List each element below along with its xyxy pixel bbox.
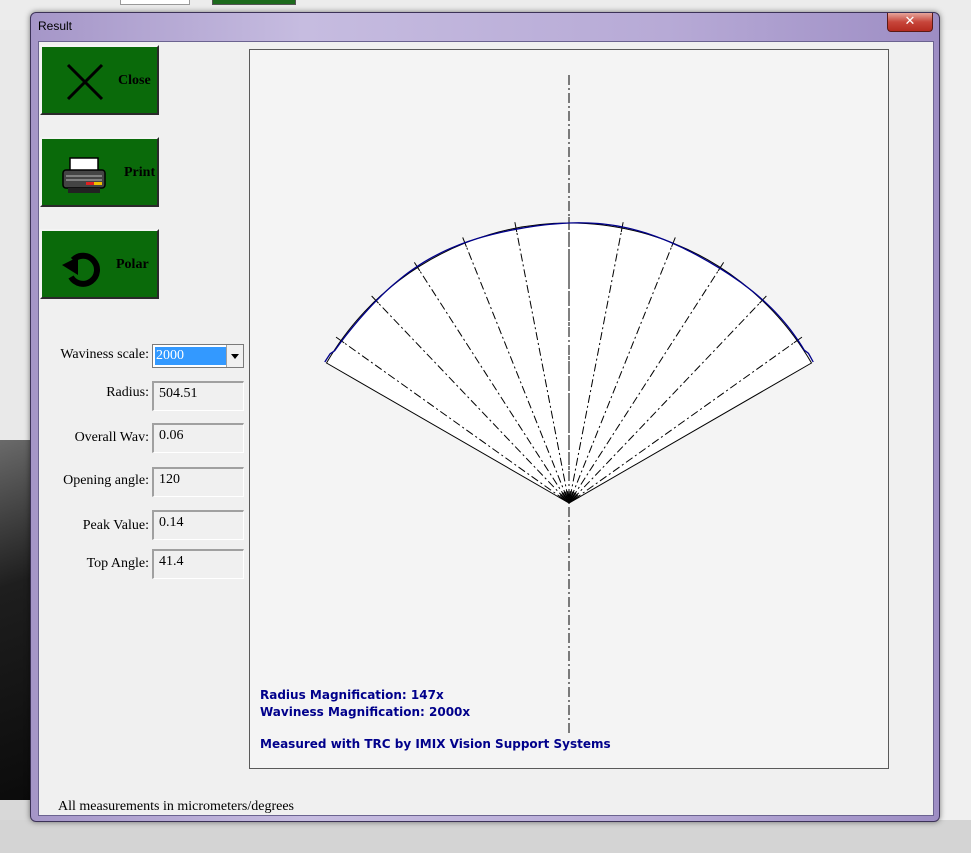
close-icon: ✕ (904, 14, 916, 29)
result-window: Result ✕ Close Print Polar Waviness scal… (30, 12, 940, 822)
window-close-button[interactable]: ✕ (887, 13, 933, 32)
polar-button[interactable]: Polar (40, 229, 159, 299)
desktop-left-dark (0, 440, 34, 800)
close-x-icon (66, 63, 104, 101)
window-title: Result (38, 19, 73, 33)
chevron-down-icon (231, 354, 239, 359)
desktop-right-strip (937, 30, 971, 853)
printer-icon (62, 157, 106, 193)
radius-magnification-text: Radius Magnification: 147x (260, 688, 444, 702)
radius-label: Radius: (106, 385, 149, 400)
waviness-magnification-text: Waviness Magnification: 2000x (260, 705, 471, 719)
close-button-label: Close (118, 73, 151, 88)
desktop-bottom-strip (0, 820, 971, 853)
waviness-scale-select[interactable]: 2000 (152, 344, 244, 368)
background-field (120, 0, 190, 5)
title-bar[interactable]: Result ✕ (31, 13, 939, 41)
top-angle-label: Top Angle: (86, 556, 149, 571)
client-area: Close Print Polar Waviness scale: 2000 R… (38, 41, 934, 816)
close-button[interactable]: Close (40, 45, 159, 115)
desktop-left-strip (0, 30, 34, 450)
dropdown-arrow[interactable] (226, 345, 243, 367)
peak-value-value: 0.14 (152, 510, 244, 540)
top-angle-value: 41.4 (152, 549, 244, 579)
overall-wav-label: Overall Wav: (74, 430, 149, 445)
waviness-scale-label: Waviness scale: (60, 347, 149, 362)
background-green-button (212, 0, 296, 5)
waviness-scale-value: 2000 (155, 347, 228, 365)
polar-plot: Radius Magnification: 147x Waviness Magn… (249, 49, 889, 769)
radius-value: 504.51 (152, 381, 244, 411)
polar-button-label: Polar (116, 257, 149, 272)
overall-wav-value: 0.06 (152, 423, 244, 453)
units-note: All measurements in micrometers/degrees (58, 799, 294, 814)
print-button[interactable]: Print (40, 137, 159, 207)
opening-angle-label: Opening angle: (63, 473, 149, 488)
opening-angle-value: 120 (152, 467, 244, 497)
peak-value-label: Peak Value: (82, 518, 149, 533)
rotate-icon (62, 252, 100, 287)
polar-plot-canvas (324, 75, 814, 735)
print-button-label: Print (124, 165, 156, 180)
credit-text: Measured with TRC by IMIX Vision Support… (260, 737, 611, 751)
